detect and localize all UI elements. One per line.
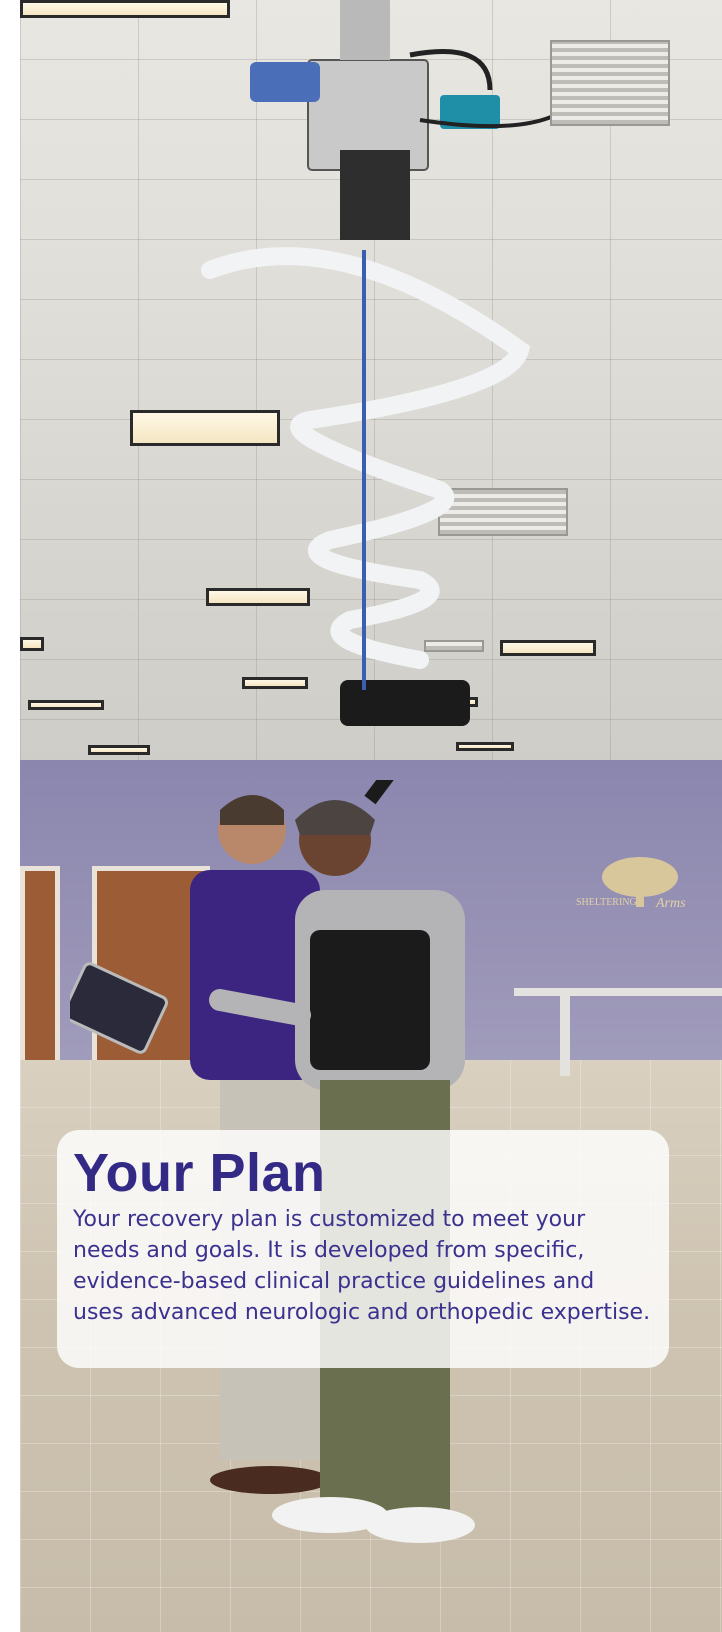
ceiling-light: [28, 700, 104, 710]
wall-logo-tree: SHELTERING Arms: [576, 857, 686, 911]
wall-sign-line1: SHELTERING: [576, 897, 637, 908]
plan-info-card: Your Plan Your recovery plan is customiz…: [57, 1130, 669, 1368]
brochure-panel: SHELTERING Arms Your Plan Your recovery …: [20, 0, 722, 1632]
parallel-bars: [514, 988, 722, 996]
ceiling-light: [88, 745, 150, 755]
plan-description: Your recovery plan is customized to meet…: [73, 1207, 651, 1325]
wall-sign-line2: Arms: [655, 896, 686, 911]
plan-title: Your Plan: [73, 1143, 326, 1203]
ceiling-vent: [550, 40, 670, 126]
overhead-harness-device: [201, 0, 550, 726]
parallel-bars-post: [560, 996, 570, 1076]
door: [20, 866, 60, 1072]
harness-cable: [362, 250, 366, 690]
ceiling-light: [20, 637, 44, 651]
